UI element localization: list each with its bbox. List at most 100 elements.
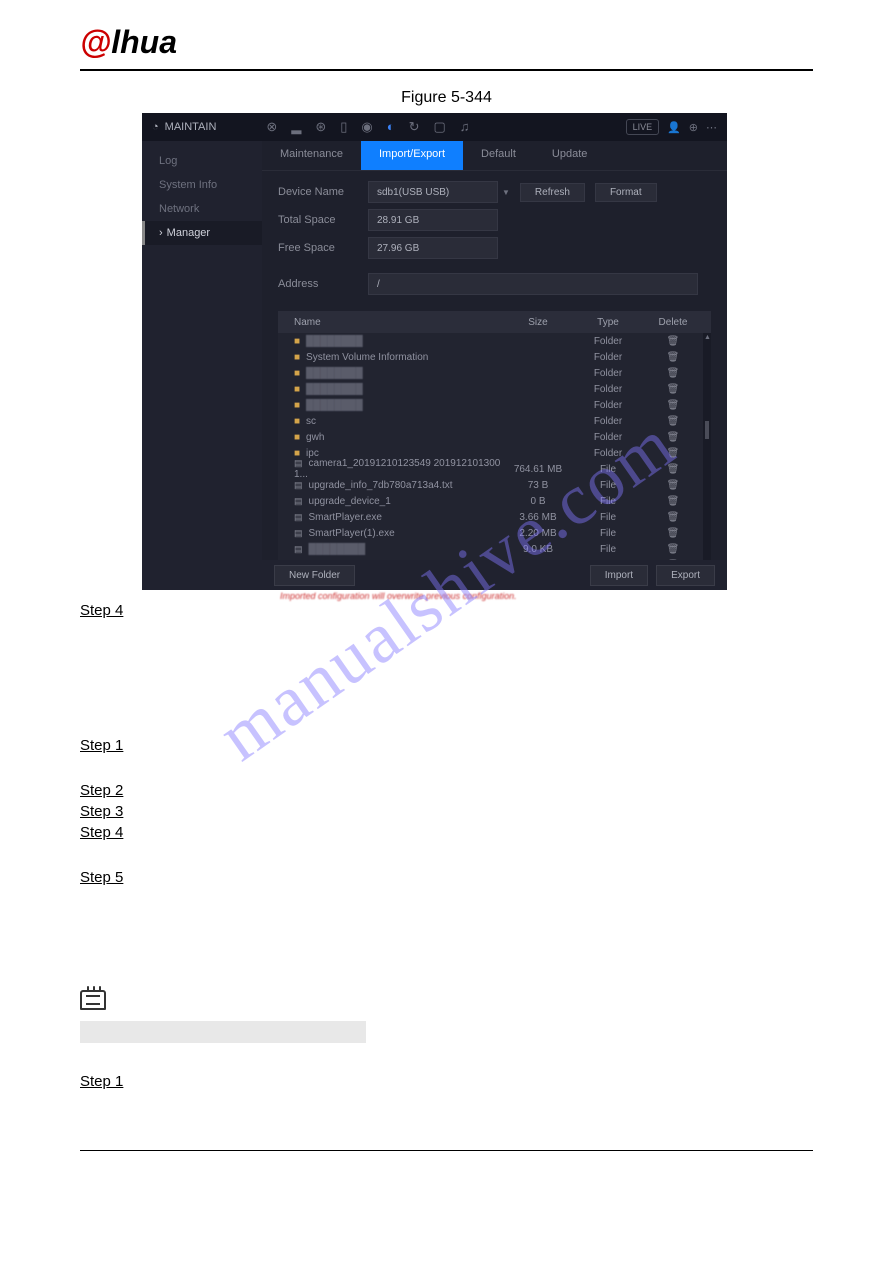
file-name: camera1_20191210123549 201912101300 1... [294, 458, 500, 480]
headset-icon[interactable]: ♫ [460, 119, 470, 135]
chevron-right-icon: › [159, 227, 163, 239]
scrollbar[interactable]: ▲ ▼ [703, 333, 711, 579]
delete-icon[interactable]: 🗑 [667, 368, 680, 379]
delete-icon[interactable]: 🗑 [667, 512, 680, 523]
delete-icon[interactable]: 🗑 [667, 448, 680, 459]
folder-icon: ■ [294, 352, 300, 363]
menu-icon[interactable]: ⋯ [706, 121, 717, 134]
file-name: SmartPlayer(1).exe [309, 528, 395, 539]
file-icon: ▤ [294, 496, 303, 506]
file-name: gwh [306, 432, 324, 443]
refresh-icon[interactable]: ↻ [409, 119, 420, 135]
storage-icon[interactable]: ▂ [291, 119, 301, 135]
maintain-icon[interactable]: ◐ [387, 119, 395, 135]
sidebar-item-log[interactable]: Log [142, 149, 262, 173]
step-5: Step 5 [80, 869, 813, 886]
file-table: Name Size Type Delete ■████████Folder🗑■S… [278, 311, 711, 579]
sidebar: Log System Info Network ›Manager [142, 141, 262, 590]
globe-icon[interactable]: ◉ [361, 119, 372, 135]
folder-icon: ■ [294, 432, 300, 443]
delete-icon[interactable]: 🗑 [667, 352, 680, 363]
col-name[interactable]: Name [286, 317, 503, 328]
delete-icon[interactable]: 🗑 [667, 336, 680, 347]
table-row[interactable]: ■████████Folder🗑 [278, 397, 711, 413]
table-row[interactable]: ■████████Folder🗑 [278, 333, 711, 349]
table-row[interactable]: ■ System Volume Information Folder 🗑 [278, 349, 711, 365]
new-folder-button[interactable]: New Folder [274, 565, 355, 586]
monitor-icon[interactable]: ▢ [433, 119, 445, 135]
file-name: ████████ [309, 544, 366, 555]
table-row[interactable]: ▤SmartPlayer.exe3.66 MBFile🗑 [278, 509, 711, 525]
folder-icon: ■ [294, 384, 300, 395]
delete-icon[interactable]: 🗑 [667, 464, 680, 475]
tabs: Maintenance Import/Export Default Update [262, 141, 727, 171]
gauge-icon: ◔ [152, 121, 159, 133]
tab-update[interactable]: Update [534, 141, 605, 170]
refresh-button[interactable]: Refresh [520, 183, 585, 202]
file-size: 9.0 KB [503, 544, 573, 555]
col-size[interactable]: Size [503, 317, 573, 328]
add-icon[interactable]: ⊕ [689, 121, 698, 134]
address-field[interactable]: / [368, 273, 698, 295]
highlight-bar [80, 1021, 366, 1043]
scroll-thumb[interactable] [705, 421, 709, 439]
delete-icon[interactable]: 🗑 [667, 496, 680, 507]
delete-icon[interactable]: 🗑 [667, 544, 680, 555]
free-space-label: Free Space [278, 242, 368, 254]
tab-maintenance[interactable]: Maintenance [262, 141, 361, 170]
file-size: 3.66 MB [503, 512, 573, 523]
file-name: upgrade_info_7db780a713a4.txt [309, 480, 453, 491]
col-delete[interactable]: Delete [643, 317, 703, 328]
table-row[interactable]: ▤SmartPlayer(1).exe2.20 MBFile🗑 [278, 525, 711, 541]
file-type: File [573, 544, 643, 555]
folder-icon: ■ [294, 368, 300, 379]
file-type: Folder [573, 352, 643, 363]
delete-icon[interactable]: 🗑 [667, 432, 680, 443]
file-name: ████████ [306, 400, 363, 411]
delete-icon[interactable]: 🗑 [667, 528, 680, 539]
delete-icon[interactable]: 🗑 [667, 400, 680, 411]
table-row[interactable]: ■gwhFolder🗑 [278, 429, 711, 445]
device-icon[interactable]: ▯ [340, 119, 347, 135]
brand-logo: @lhua [80, 24, 177, 60]
export-button[interactable]: Export [656, 565, 715, 586]
file-size: 2.20 MB [503, 528, 573, 539]
table-row[interactable]: ▤camera1_20191210123549 201912101300 1..… [278, 461, 711, 477]
live-button[interactable]: LIVE [626, 119, 660, 135]
table-row[interactable]: ▤upgrade_info_7db780a713a4.txt73 BFile🗑 [278, 477, 711, 493]
device-name-select[interactable]: sdb1(USB USB) [368, 181, 498, 203]
chevron-down-icon[interactable]: ▼ [502, 188, 510, 197]
file-name: ████████ [306, 384, 363, 395]
sidebar-item-systeminfo[interactable]: System Info [142, 173, 262, 197]
file-type: File [573, 464, 643, 475]
network-icon[interactable]: ⊛ [315, 119, 326, 135]
format-button[interactable]: Format [595, 183, 657, 202]
file-type: File [573, 512, 643, 523]
file-type: File [573, 480, 643, 491]
user-icon[interactable]: 👤 [667, 121, 681, 134]
table-row[interactable]: ▤████████9.0 KBFile🗑 [278, 541, 711, 557]
col-type[interactable]: Type [573, 317, 643, 328]
delete-icon[interactable]: 🗑 [667, 416, 680, 427]
file-icon: ▤ [294, 480, 303, 490]
import-button[interactable]: Import [590, 565, 648, 586]
sidebar-item-network[interactable]: Network [142, 197, 262, 221]
delete-icon[interactable]: 🗑 [667, 480, 680, 491]
table-row[interactable]: ■████████Folder🗑 [278, 365, 711, 381]
total-space-label: Total Space [278, 214, 368, 226]
delete-icon[interactable]: 🗑 [667, 384, 680, 395]
table-row[interactable]: ■████████Folder🗑 [278, 381, 711, 397]
table-row[interactable]: ▤upgrade_device_10 BFile🗑 [278, 493, 711, 509]
tab-default[interactable]: Default [463, 141, 534, 170]
sidebar-item-manager[interactable]: ›Manager [142, 221, 262, 245]
file-icon: ▤ [294, 528, 303, 538]
scroll-up-icon[interactable]: ▲ [704, 334, 710, 341]
step-3: Step 3 [80, 803, 813, 820]
tab-import-export[interactable]: Import/Export [361, 141, 463, 170]
camera-icon[interactable]: ⊗ [266, 119, 277, 135]
folder-icon: ■ [294, 416, 300, 427]
free-space-value: 27.96 GB [368, 237, 498, 259]
file-name: System Volume Information [306, 352, 428, 363]
table-row[interactable]: ■scFolder🗑 [278, 413, 711, 429]
folder-icon: ■ [294, 448, 300, 459]
